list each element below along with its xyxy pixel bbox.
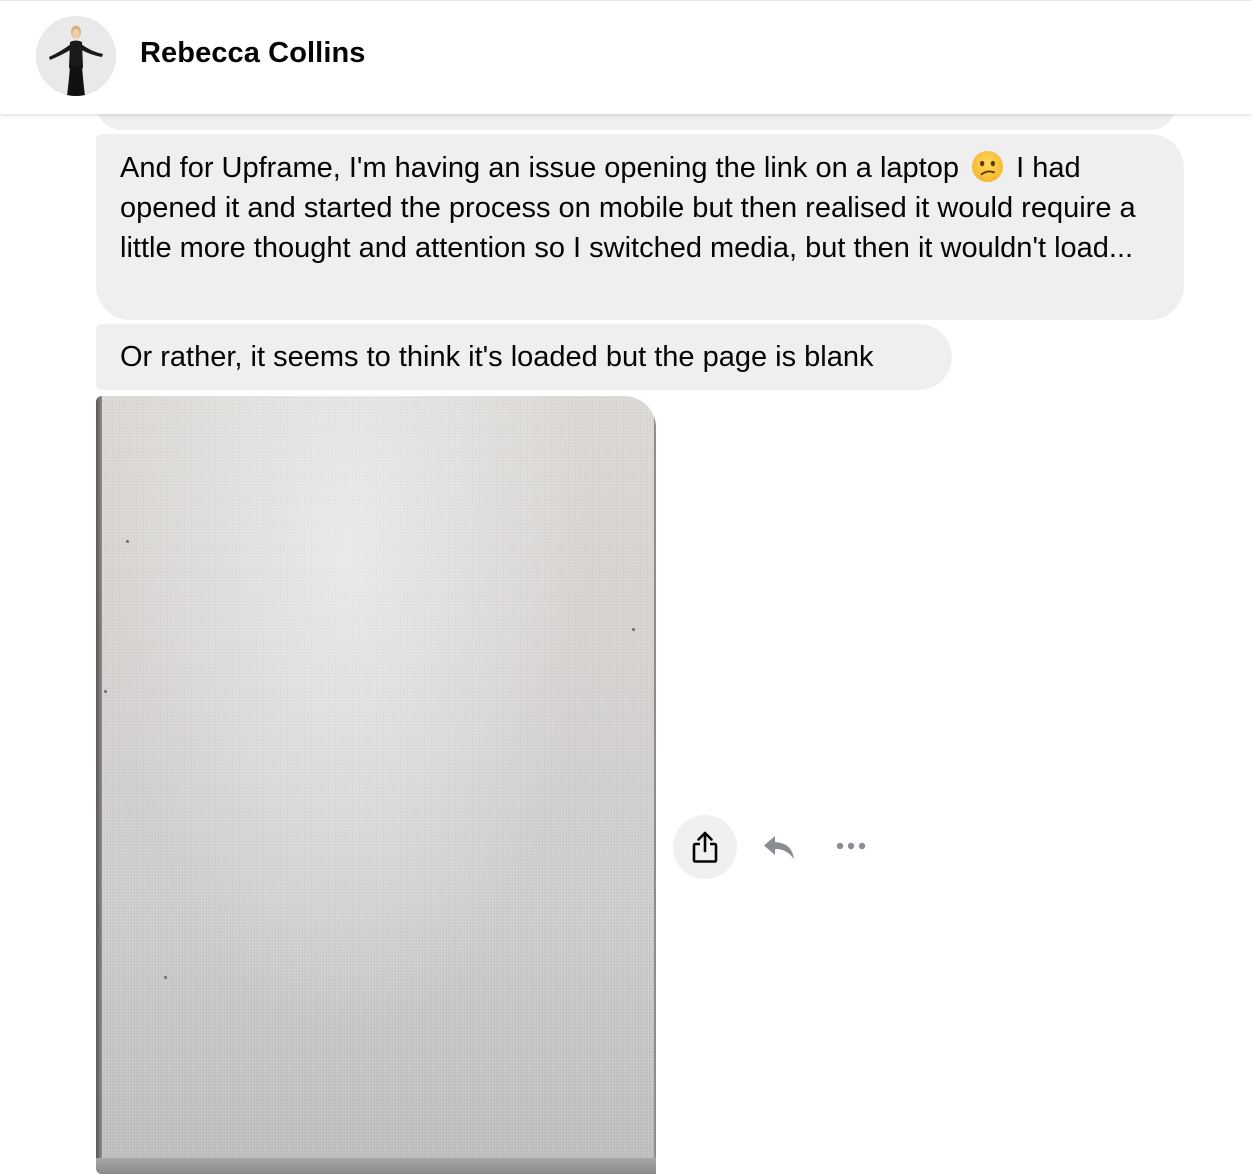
share-button[interactable] (673, 815, 737, 879)
laptop-bezel-right (654, 396, 656, 1174)
message-bubble[interactable]: Or rather, it seems to think it's loaded… (96, 324, 952, 390)
share-icon (692, 831, 718, 863)
confused-face-emoji (971, 150, 1004, 183)
reply-button[interactable] (759, 829, 799, 865)
more-options-button[interactable] (832, 832, 870, 860)
message-image[interactable] (96, 396, 656, 1174)
message-bubble[interactable]: And for Upframe, I'm having an issue ope… (96, 134, 1184, 320)
laptop-bezel-left (96, 396, 102, 1174)
screen-speck (126, 540, 129, 543)
contact-name[interactable]: Rebecca Collins (140, 37, 366, 70)
avatar[interactable] (36, 16, 116, 96)
reply-icon (764, 836, 794, 859)
conversation-header: Rebecca Collins (0, 0, 1252, 114)
laptop-taskbar (96, 1158, 656, 1174)
avatar-photo (36, 16, 116, 96)
screen-speck (164, 976, 167, 979)
more-options-icon (836, 842, 866, 850)
message-text: Or rather, it seems to think it's loaded… (120, 341, 874, 373)
message-text: And for Upframe, I'm having an issue ope… (120, 152, 959, 184)
screen-speck (104, 690, 107, 693)
screen-speck (632, 628, 635, 631)
